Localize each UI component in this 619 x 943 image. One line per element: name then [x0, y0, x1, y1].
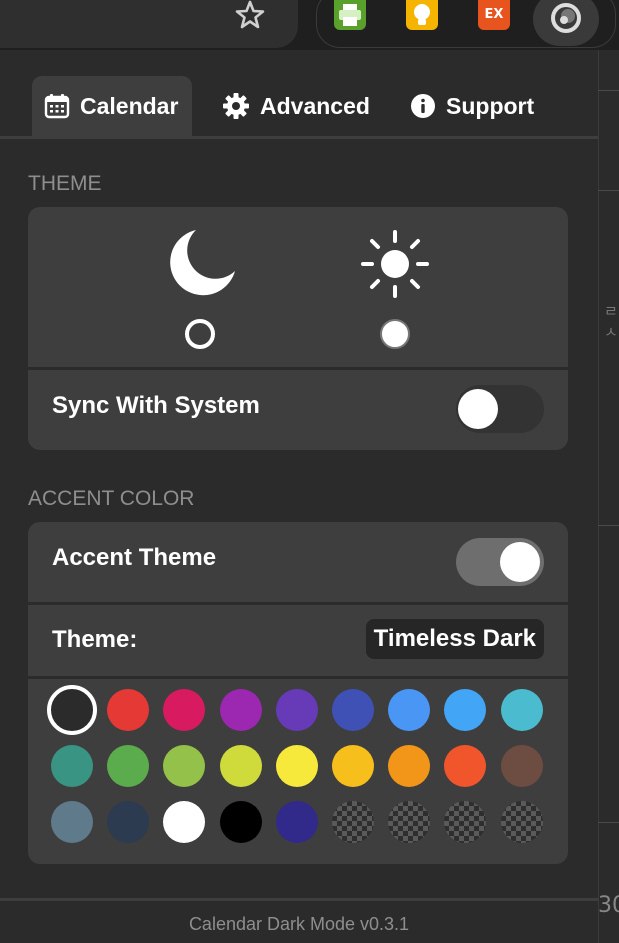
- color-swatch[interactable]: [500, 745, 543, 787]
- color-swatch[interactable]: [388, 689, 431, 731]
- print-extension-icon[interactable]: [334, 0, 366, 30]
- color-swatch[interactable]: [275, 745, 318, 787]
- color-swatch[interactable]: [275, 801, 318, 843]
- color-swatch[interactable]: [163, 689, 206, 731]
- color-swatch[interactable]: [444, 689, 487, 731]
- ex-extension-icon[interactable]: EX: [478, 0, 510, 30]
- background-grid-line: [598, 190, 619, 191]
- accent-theme-toggle[interactable]: [456, 538, 544, 586]
- color-swatch[interactable]: [500, 801, 543, 843]
- dark-theme-radio[interactable]: [185, 319, 215, 349]
- color-swatch[interactable]: [332, 745, 374, 787]
- theme-select[interactable]: Timeless Dark: [365, 619, 544, 659]
- tab-advanced[interactable]: Advanced: [210, 76, 382, 136]
- toggle-knob: [500, 542, 540, 582]
- sun-icon[interactable]: [360, 229, 430, 299]
- info-icon: [411, 94, 435, 118]
- background-grid-line: [598, 822, 619, 823]
- footer-divider: [0, 898, 598, 901]
- background-grid-line: [598, 90, 619, 91]
- calendar-icon: [44, 94, 70, 119]
- color-swatch[interactable]: [444, 801, 487, 843]
- moon-icon[interactable]: [164, 225, 240, 301]
- gear-icon: [223, 93, 249, 119]
- color-swatch[interactable]: [219, 745, 262, 787]
- card-divider: [28, 367, 568, 370]
- background-page: [598, 50, 619, 943]
- color-swatch[interactable]: [51, 745, 93, 787]
- calendar-dark-mode-extension-icon[interactable]: [533, 0, 599, 46]
- sync-with-system-toggle[interactable]: [456, 385, 544, 433]
- color-swatch[interactable]: [47, 685, 97, 735]
- theme-label: Theme:: [52, 626, 138, 653]
- accent-theme-label: Accent Theme: [52, 544, 217, 571]
- tab-divider: [0, 136, 598, 139]
- color-swatch[interactable]: [444, 745, 487, 787]
- card-divider: [28, 602, 568, 605]
- accent-card: Accent Theme Theme: Timeless Dark: [28, 522, 568, 864]
- tab-label: Calendar: [80, 92, 179, 119]
- tab-label: Support: [446, 92, 535, 119]
- color-swatch[interactable]: [51, 801, 93, 843]
- background-grid-line: [598, 525, 619, 526]
- color-swatch[interactable]: [388, 801, 431, 843]
- color-swatch[interactable]: [388, 745, 431, 787]
- bookmark-star-icon[interactable]: [230, 0, 270, 30]
- tab-support[interactable]: Support: [398, 76, 546, 136]
- color-swatch[interactable]: [163, 745, 206, 787]
- card-divider: [28, 676, 568, 679]
- color-swatch[interactable]: [107, 689, 150, 731]
- bulb-extension-icon[interactable]: [406, 0, 438, 30]
- color-swatch[interactable]: [163, 801, 206, 843]
- tab-label: Advanced: [260, 92, 370, 119]
- toggle-knob: [458, 389, 498, 429]
- tab-bar: Calendar Advanced Support: [0, 76, 598, 138]
- sync-with-system-label: Sync With System: [52, 392, 260, 419]
- extension-popup: Calendar Advanced Support THEME Sync Wit…: [0, 50, 598, 943]
- light-theme-radio[interactable]: [380, 319, 410, 349]
- color-swatch[interactable]: [332, 801, 374, 843]
- color-swatch[interactable]: [500, 689, 543, 731]
- theme-card: Sync With System: [28, 207, 568, 450]
- tab-calendar[interactable]: Calendar: [32, 76, 192, 136]
- version-footer: Calendar Dark Mode v0.3.1: [188, 914, 410, 934]
- color-swatch[interactable]: [219, 801, 262, 843]
- color-swatch[interactable]: [332, 689, 374, 731]
- background-page-number: 30: [598, 893, 619, 918]
- color-swatch[interactable]: [275, 689, 318, 731]
- theme-section-heading: THEME: [28, 172, 102, 195]
- color-swatch[interactable]: [107, 745, 150, 787]
- color-swatch[interactable]: [219, 689, 262, 731]
- browser-toolbar: EX: [0, 0, 619, 50]
- color-swatch[interactable]: [107, 801, 150, 843]
- accent-section-heading: ACCENT COLOR: [28, 487, 195, 510]
- background-page-text: ㄹ ㅅ: [604, 302, 618, 341]
